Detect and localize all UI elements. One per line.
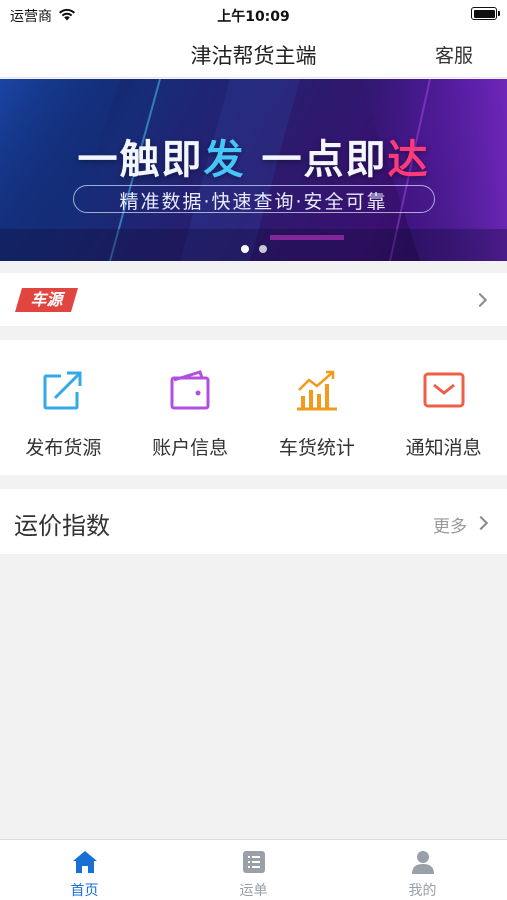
nav-bar: 津沽帮货主端 客服 bbox=[0, 30, 507, 78]
vehicle-source-row[interactable]: 车源 bbox=[0, 273, 507, 326]
quick-action-label: 账户信息 bbox=[152, 437, 229, 459]
home-icon bbox=[72, 851, 97, 873]
banner-pagination bbox=[0, 238, 507, 257]
banner-headline-part2: 发 bbox=[203, 137, 246, 183]
banner-headline-part4: 达 bbox=[387, 137, 430, 183]
more-link[interactable]: 更多 bbox=[433, 512, 467, 537]
pagination-dot[interactable] bbox=[258, 245, 267, 253]
stats-chart-icon bbox=[296, 370, 337, 411]
status-time: 上午10:09 bbox=[217, 9, 290, 25]
vehicle-source-tag: 车源 bbox=[15, 288, 78, 312]
chevron-right-icon bbox=[472, 292, 488, 308]
quick-action-label: 通知消息 bbox=[405, 437, 482, 459]
battery-icon bbox=[471, 7, 500, 20]
banner-headline-part1: 一触即 bbox=[77, 137, 204, 183]
banner-subtitle: 精准数据·快速查询·安全可靠 bbox=[119, 191, 388, 213]
tab-label: 我的 bbox=[408, 883, 437, 899]
account-info-button[interactable]: 账户信息 bbox=[127, 340, 254, 475]
tab-orders[interactable]: 运单 bbox=[169, 840, 338, 900]
status-bar: 运营商 上午10:09 bbox=[0, 0, 507, 30]
tab-label: 首页 bbox=[70, 883, 99, 899]
tab-home[interactable]: 首页 bbox=[0, 840, 169, 900]
share-external-icon bbox=[43, 370, 84, 410]
mail-icon bbox=[423, 372, 465, 408]
banner-headline-part3: 一点即 bbox=[245, 137, 388, 183]
quick-action-label: 发布货源 bbox=[25, 437, 102, 459]
notifications-button[interactable]: 通知消息 bbox=[380, 340, 507, 475]
bottom-tab-bar: 首页 运单 我的 bbox=[0, 839, 507, 900]
banner-headline: 一触即发 一点即达 bbox=[0, 127, 507, 185]
freight-index-row: 运价指数 更多 bbox=[0, 489, 507, 554]
cargo-stats-button[interactable]: 车货统计 bbox=[254, 340, 381, 475]
customer-service-button[interactable]: 客服 bbox=[435, 41, 473, 68]
page-title: 津沽帮货主端 bbox=[190, 44, 317, 68]
tab-label: 运单 bbox=[239, 883, 268, 899]
freight-index-title: 运价指数 bbox=[14, 512, 110, 540]
publish-cargo-button[interactable]: 发布货源 bbox=[0, 340, 127, 475]
wallet-icon bbox=[170, 370, 210, 410]
chevron-right-icon[interactable] bbox=[473, 515, 489, 531]
list-icon bbox=[242, 851, 265, 873]
quick-actions-grid: 发布货源 账户信息 车货统计 通知消息 bbox=[0, 340, 507, 475]
promo-banner[interactable]: 一触即发 一点即达 精准数据·快速查询·安全可靠 bbox=[0, 79, 507, 261]
tab-mine[interactable]: 我的 bbox=[338, 840, 507, 900]
user-icon bbox=[411, 851, 434, 874]
pagination-dot[interactable] bbox=[240, 245, 249, 253]
quick-action-label: 车货统计 bbox=[278, 437, 355, 459]
